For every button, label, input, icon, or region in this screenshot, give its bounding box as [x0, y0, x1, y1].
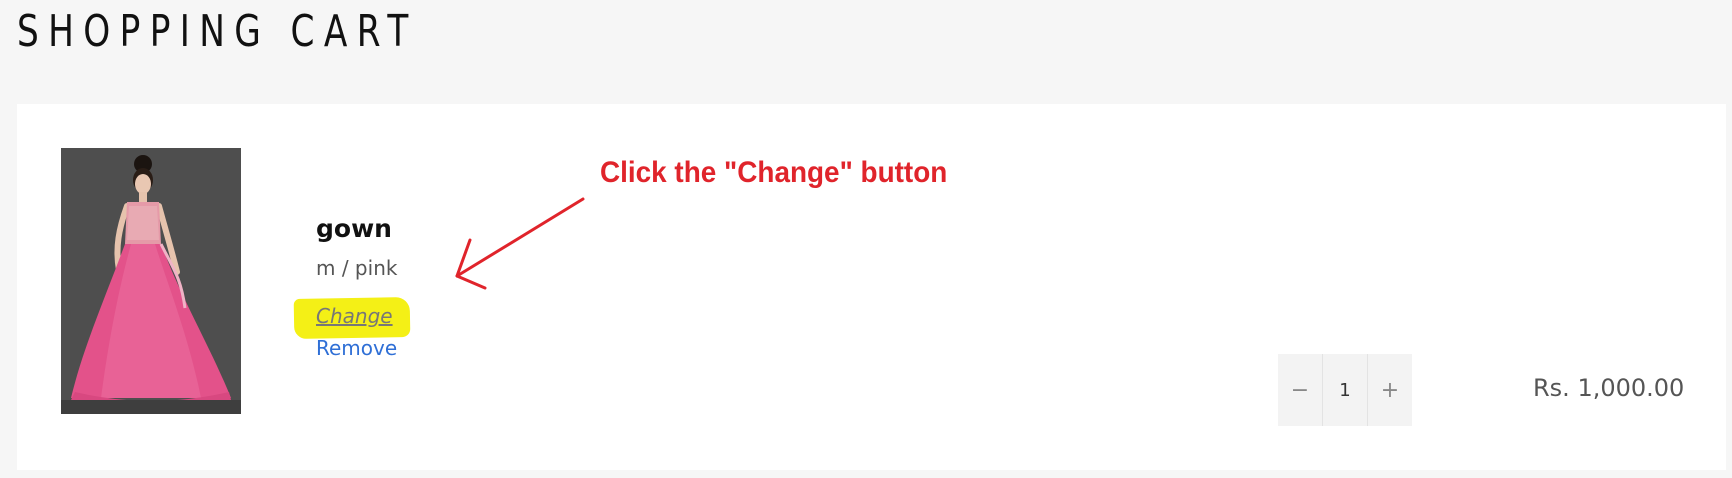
- product-variant: m / pink: [316, 256, 398, 280]
- page-title: SHOPPING CART: [17, 6, 418, 57]
- remove-button[interactable]: Remove: [316, 336, 397, 360]
- item-price: Rs. 1,000.00: [1533, 374, 1685, 402]
- quantity-value[interactable]: 1: [1322, 354, 1368, 426]
- product-image[interactable]: [61, 148, 241, 414]
- quantity-increment-button[interactable]: +: [1368, 354, 1412, 426]
- quantity-decrement-button[interactable]: −: [1278, 354, 1322, 426]
- change-button[interactable]: Change: [316, 304, 393, 328]
- annotation-text: Click the "Change" button: [600, 156, 948, 189]
- quantity-stepper: − 1 +: [1278, 354, 1412, 426]
- red-arrow-icon: [455, 197, 585, 290]
- product-name[interactable]: gown: [316, 214, 392, 243]
- gown-photo-icon: [61, 148, 241, 414]
